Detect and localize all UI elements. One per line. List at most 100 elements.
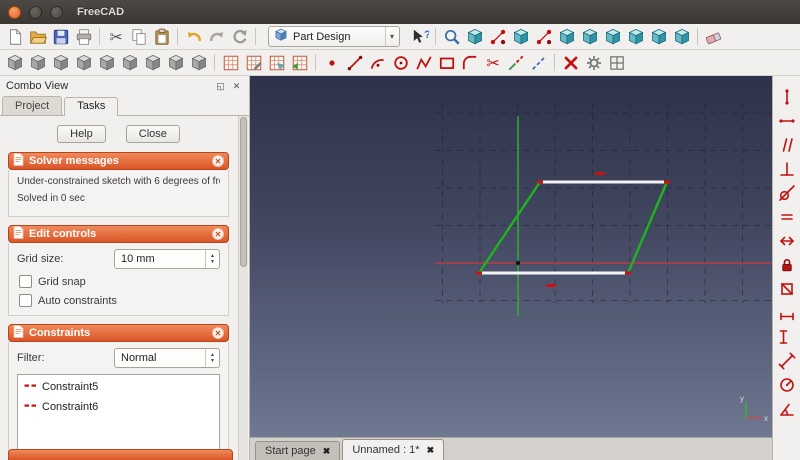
grid-snap-checkbox[interactable] xyxy=(19,275,32,288)
edit-controls-header[interactable]: Edit controls ✕ xyxy=(8,225,229,243)
constrain-perpendicular-icon[interactable] xyxy=(776,158,798,179)
redo-icon[interactable] xyxy=(205,25,228,48)
spin-down-icon[interactable]: ▼ xyxy=(210,259,215,266)
grid-toggle-icon[interactable] xyxy=(605,51,628,74)
window-minimize-button[interactable] xyxy=(29,5,42,19)
spinner-arrows[interactable]: ▲ ▼ xyxy=(205,250,219,268)
sketch-edit-icon[interactable] xyxy=(242,51,265,74)
circle-icon[interactable] xyxy=(389,51,412,74)
constrain-vertical-icon[interactable] xyxy=(776,86,798,107)
feature-draft-icon[interactable] xyxy=(141,51,164,74)
view-cube-icon[interactable] xyxy=(509,25,532,48)
origin-point[interactable] xyxy=(515,260,521,266)
eraser-icon[interactable] xyxy=(702,25,725,48)
fillet-sketch-icon[interactable] xyxy=(458,51,481,74)
tab-project[interactable]: Project xyxy=(2,96,63,115)
constrain-radius-icon[interactable] xyxy=(776,374,798,395)
feature-pad-icon[interactable] xyxy=(3,51,26,74)
auto-constraints-checkbox[interactable] xyxy=(19,294,32,307)
settings-icon[interactable] xyxy=(582,51,605,74)
trim-icon[interactable]: ✂ xyxy=(481,51,504,74)
constrain-horizontal-icon[interactable] xyxy=(776,110,798,131)
panel-close-icon[interactable]: ✕ xyxy=(230,80,243,93)
refresh-icon[interactable] xyxy=(228,25,251,48)
constrain-parallel-icon[interactable] xyxy=(776,134,798,155)
scrollbar[interactable] xyxy=(238,116,248,460)
document-tab[interactable]: Start page ✖ xyxy=(255,441,341,460)
sketch-map-icon[interactable] xyxy=(265,51,288,74)
tab-close-icon[interactable]: ✖ xyxy=(427,445,435,456)
spin-down-icon[interactable]: ▼ xyxy=(210,358,215,365)
sketch-new-icon[interactable] xyxy=(219,51,242,74)
workbench-selector[interactable]: Part Design ▾ xyxy=(268,26,400,47)
polyline-icon[interactable] xyxy=(412,51,435,74)
grid-size-select[interactable]: 10 mm ▲ ▼ xyxy=(114,249,220,269)
constrain-lock-icon[interactable] xyxy=(776,254,798,275)
collapse-icon[interactable]: ✕ xyxy=(212,155,224,167)
constraint-list-item[interactable]: Constraint6 xyxy=(20,397,217,417)
feature-chamfer-icon[interactable] xyxy=(118,51,141,74)
feature-pocket-icon[interactable] xyxy=(26,51,49,74)
point-icon[interactable] xyxy=(320,51,343,74)
sketch-axes[interactable] xyxy=(435,116,772,316)
construction-mode-icon[interactable] xyxy=(527,51,550,74)
constrain-block-icon[interactable] xyxy=(776,278,798,299)
tab-tasks[interactable]: Tasks xyxy=(64,97,119,116)
copy-icon[interactable] xyxy=(127,25,150,48)
section-header-partial[interactable] xyxy=(8,449,233,460)
view-cube-icon[interactable] xyxy=(601,25,624,48)
filter-select[interactable]: Normal ▲ ▼ xyxy=(114,348,220,368)
zoom-box-icon[interactable] xyxy=(440,25,463,48)
sketch-canvas[interactable]: x y xyxy=(250,76,772,437)
new-document-icon[interactable] xyxy=(3,25,26,48)
view-cube-icon[interactable] xyxy=(578,25,601,48)
view-cube-icon[interactable] xyxy=(624,25,647,48)
sketch-nodes-icon[interactable] xyxy=(486,25,509,48)
constraints-header[interactable]: Constraints ✕ xyxy=(8,324,229,342)
rectangle-icon[interactable] xyxy=(435,51,458,74)
delete-icon[interactable] xyxy=(559,51,582,74)
constraints-list[interactable]: Constraint5 Constraint6 xyxy=(17,374,220,458)
panel-float-icon[interactable]: ◱ xyxy=(214,80,227,93)
constrain-angle-icon[interactable] xyxy=(776,398,798,419)
open-document-icon[interactable] xyxy=(26,25,49,48)
view-cube-icon[interactable] xyxy=(670,25,693,48)
constrain-distance-y-icon[interactable] xyxy=(776,326,798,347)
print-icon[interactable] xyxy=(72,25,95,48)
feature-mirror-icon[interactable] xyxy=(164,51,187,74)
collapse-icon[interactable]: ✕ xyxy=(212,228,224,240)
constrain-distance-x-icon[interactable] xyxy=(776,302,798,323)
window-close-button[interactable] xyxy=(8,5,21,19)
window-maximize-button[interactable] xyxy=(50,5,63,19)
undo-icon[interactable] xyxy=(182,25,205,48)
scrollbar-thumb[interactable] xyxy=(240,117,247,267)
feature-pattern-icon[interactable] xyxy=(187,51,210,74)
tab-close-icon[interactable]: ✖ xyxy=(323,446,331,457)
feature-fillet-icon[interactable] xyxy=(95,51,118,74)
sketch-nodes-icon[interactable] xyxy=(532,25,555,48)
view-cube-icon[interactable] xyxy=(555,25,578,48)
constrain-tangent-icon[interactable] xyxy=(776,182,798,203)
solver-messages-header[interactable]: Solver messages ✕ xyxy=(8,152,229,170)
spinner-arrows[interactable]: ▲ ▼ xyxy=(205,349,219,367)
save-document-icon[interactable] xyxy=(49,25,72,48)
sketch-edges[interactable] xyxy=(478,180,669,275)
collapse-icon[interactable]: ✕ xyxy=(212,327,224,339)
constraint-list-item[interactable]: Constraint5 xyxy=(20,377,217,397)
sketch-leave-icon[interactable] xyxy=(288,51,311,74)
close-task-button[interactable]: Close xyxy=(125,125,180,143)
document-tab[interactable]: Unnamed : 1* ✖ xyxy=(342,439,445,460)
feature-groove-icon[interactable] xyxy=(72,51,95,74)
arc-icon[interactable] xyxy=(366,51,389,74)
constrain-symmetric-icon[interactable] xyxy=(776,230,798,251)
whats-this-icon[interactable]: ? xyxy=(408,25,431,48)
line-icon[interactable] xyxy=(343,51,366,74)
cut-icon[interactable]: ✂ xyxy=(104,25,127,48)
view-cube-icon[interactable] xyxy=(463,25,486,48)
sketch-vertices[interactable] xyxy=(476,180,670,275)
constrain-equal-icon[interactable] xyxy=(776,206,798,227)
external-geometry-icon[interactable] xyxy=(504,51,527,74)
3d-viewport[interactable]: x y xyxy=(250,76,772,437)
paste-icon[interactable] xyxy=(150,25,173,48)
help-button[interactable]: Help xyxy=(57,125,106,143)
